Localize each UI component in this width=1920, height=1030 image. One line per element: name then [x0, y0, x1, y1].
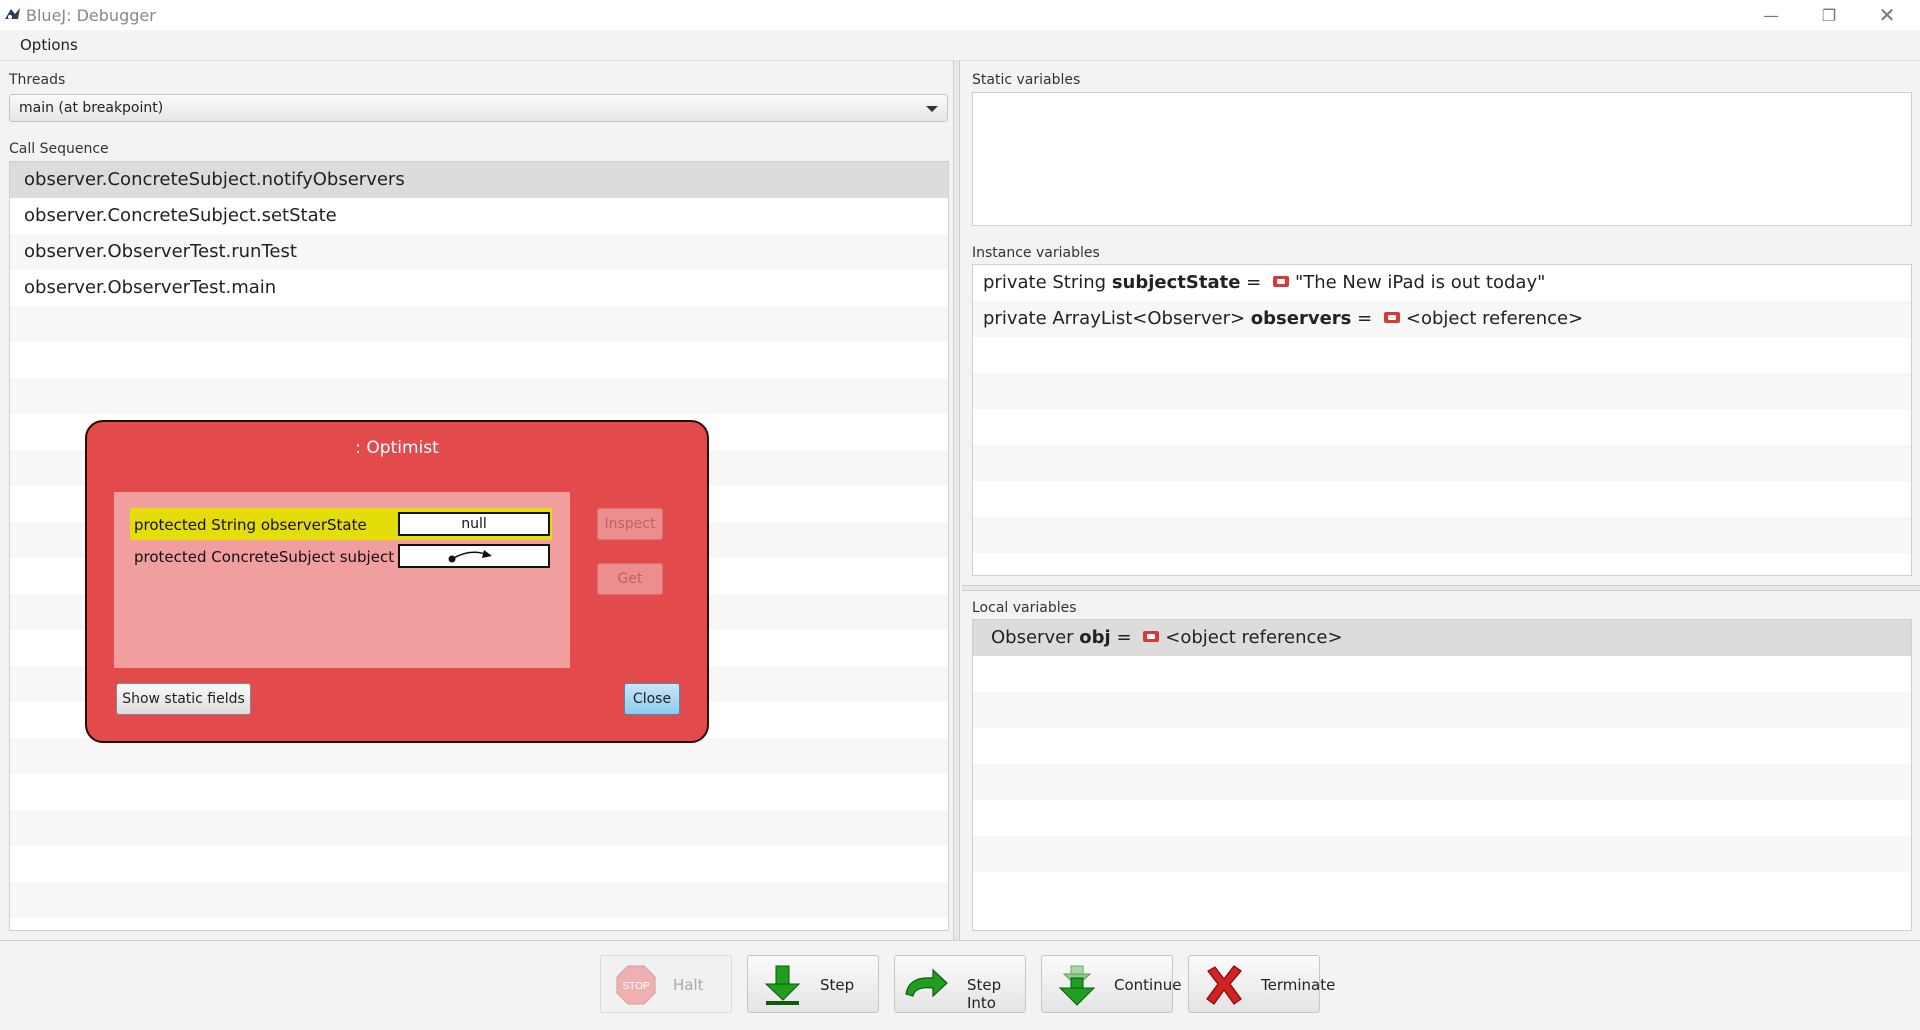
list-row-empty: [973, 764, 1911, 800]
menu-bar: Options: [0, 30, 1920, 61]
call-sequence-item[interactable]: observer.ObserverTest.runTest: [10, 234, 948, 270]
variable-name: subjectState: [1111, 272, 1241, 293]
list-row-empty: [973, 872, 1911, 908]
list-row-empty: [973, 836, 1911, 872]
halt-label: Halt: [673, 976, 704, 994]
list-row-empty: [973, 373, 1911, 409]
step-over-arrow-icon: [764, 965, 801, 1005]
inspector-field-row[interactable]: protected String observerState null: [130, 508, 552, 540]
call-sequence-item[interactable]: observer.ConcreteSubject.setState: [10, 198, 948, 234]
inspect-button[interactable]: Inspect: [597, 508, 663, 540]
inspector-title: : Optimist: [355, 438, 439, 458]
list-row-empty: [973, 728, 1911, 764]
continue-button[interactable]: Continue: [1041, 955, 1181, 1013]
object-value-icon: [1143, 630, 1160, 642]
minimize-icon[interactable]: —: [1742, 0, 1800, 30]
step-label: Step: [820, 976, 855, 994]
list-row-empty: [973, 800, 1911, 836]
close-button[interactable]: Close: [624, 683, 680, 715]
vertical-splitter[interactable]: [953, 60, 960, 940]
list-row-empty: [973, 337, 1911, 373]
list-row-empty: [10, 306, 948, 342]
terminate-x-icon: [1206, 965, 1242, 1005]
static-variables-list[interactable]: [972, 92, 1912, 226]
call-sequence-label: Call Sequence: [9, 141, 109, 157]
call-sequence-item[interactable]: observer.ObserverTest.main: [10, 270, 948, 306]
list-row-empty: [10, 846, 948, 882]
window-title: BlueJ: Debugger: [26, 6, 156, 25]
title-bar: BlueJ: Debugger — ❐ ✕: [0, 0, 1920, 30]
variable-name: observers: [1250, 308, 1352, 329]
list-row-empty: [10, 342, 948, 378]
object-value-icon: [1272, 275, 1289, 287]
instance-variable-row[interactable]: private String subjectState = "The New i…: [973, 265, 1911, 301]
instance-variables-list[interactable]: private String subjectState = "The New i…: [972, 264, 1912, 576]
inspector-field-row[interactable]: protected ConcreteSubject subject: [130, 540, 552, 572]
list-row-empty: [973, 481, 1911, 517]
field-value: null: [398, 512, 550, 536]
step-button[interactable]: Step: [747, 955, 879, 1013]
menu-options[interactable]: Options: [20, 36, 78, 54]
halt-button[interactable]: STOP Halt: [600, 955, 732, 1013]
local-variables-label: Local variables: [972, 600, 1077, 616]
list-row-empty: [973, 656, 1911, 692]
svg-text:STOP: STOP: [622, 981, 649, 992]
object-inspector-dialog: : Optimist protected String observerStat…: [85, 420, 709, 743]
terminate-label: Terminate: [1261, 976, 1336, 994]
list-row-empty: [10, 774, 948, 810]
instance-variable-row[interactable]: private ArrayList<Observer> observers = …: [973, 301, 1911, 337]
inspector-field-list[interactable]: protected String observerState null prot…: [114, 492, 570, 668]
list-row-empty: [10, 810, 948, 846]
show-static-fields-button[interactable]: Show static fields: [116, 683, 251, 715]
threads-selected-value: main (at breakpoint): [19, 100, 164, 116]
bluej-app-icon: [5, 8, 20, 19]
get-button[interactable]: Get: [597, 563, 663, 595]
list-row-empty: [10, 738, 948, 774]
threads-dropdown[interactable]: main (at breakpoint): [9, 94, 948, 122]
local-variables-list[interactable]: Observer obj = <object reference>: [972, 619, 1912, 931]
local-variable-row[interactable]: Observer obj = <object reference>: [973, 620, 1911, 656]
object-reference-arrow-icon: [448, 550, 492, 563]
continue-arrows-icon: [1058, 965, 1096, 1006]
list-row-empty: [10, 378, 948, 414]
static-variables-label: Static variables: [972, 72, 1081, 88]
close-icon[interactable]: ✕: [1858, 0, 1916, 30]
field-value: [398, 544, 550, 568]
field-label: protected String observerState: [134, 516, 367, 534]
list-row-empty: [973, 517, 1911, 553]
variable-name: obj: [1079, 627, 1111, 648]
list-row-empty: [973, 445, 1911, 481]
step-into-button[interactable]: Step Into: [894, 955, 1026, 1013]
threads-label: Threads: [9, 72, 66, 88]
instance-variables-label: Instance variables: [972, 245, 1100, 261]
continue-label: Continue: [1114, 976, 1182, 994]
horizontal-splitter[interactable]: [962, 585, 1920, 591]
restore-icon[interactable]: ❐: [1800, 0, 1858, 30]
list-row-empty: [10, 882, 948, 918]
list-row-empty: [973, 692, 1911, 728]
stop-sign-icon: STOP: [616, 965, 656, 1005]
list-row-empty: [973, 409, 1911, 445]
terminate-button[interactable]: Terminate: [1188, 955, 1335, 1013]
field-label: protected ConcreteSubject subject: [134, 548, 395, 566]
object-value-icon: [1383, 311, 1400, 323]
chevron-down-icon: [926, 106, 938, 112]
step-into-arrow-icon: [905, 968, 948, 998]
step-into-label: Step Into: [967, 976, 1002, 1012]
call-sequence-item[interactable]: observer.ConcreteSubject.notifyObservers: [10, 162, 948, 198]
